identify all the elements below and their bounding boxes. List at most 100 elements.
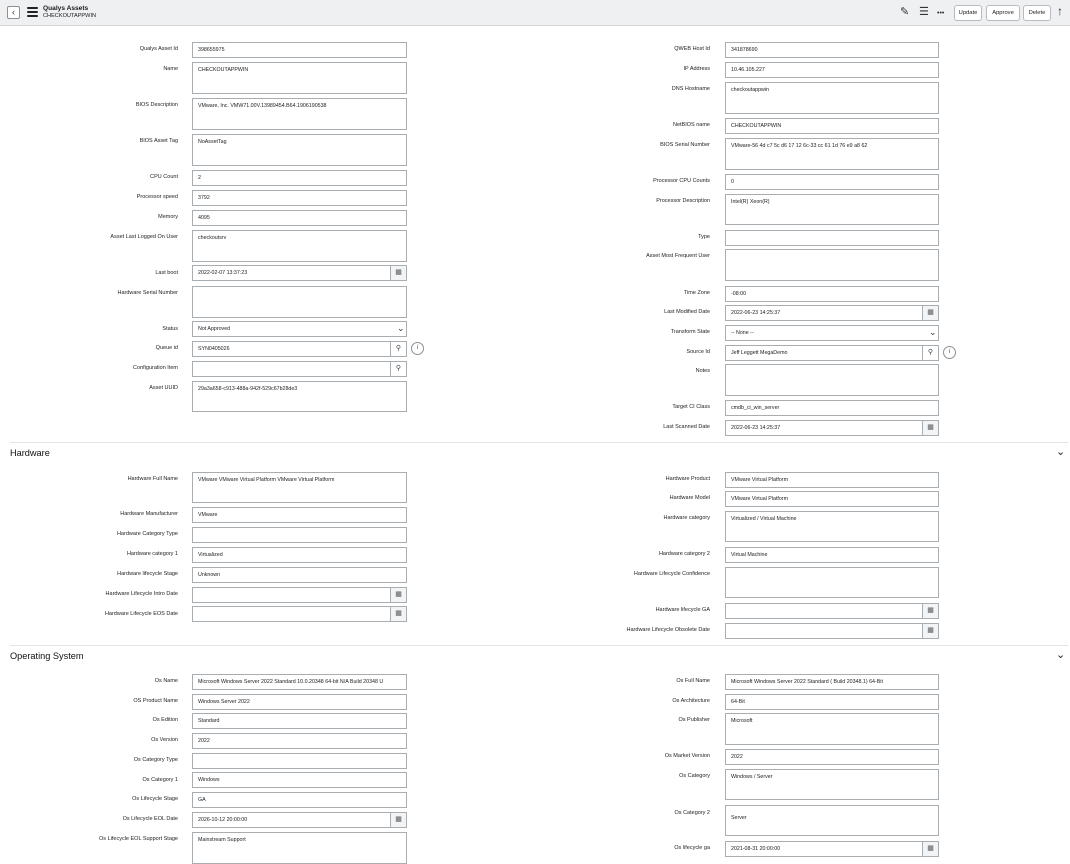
label-hardware-lifecycle-obsolete-date: Hardware Lifecycle Obsolete Date — [626, 627, 710, 633]
label-hardware-model: Hardware Model — [669, 495, 710, 501]
os-category-type-field[interactable] — [192, 753, 407, 769]
search-icon[interactable]: ⚲ — [923, 345, 939, 361]
qweb-host-id-field[interactable]: 341878690 — [725, 42, 939, 58]
processor-description-field[interactable]: Intel(R) Xeon(R) — [725, 194, 939, 225]
hardware-lifecycle-intro-date-field[interactable] — [192, 587, 391, 603]
hardware-category-type-field[interactable] — [192, 527, 407, 543]
target-ci-class-field[interactable]: cmdb_ci_win_server — [725, 400, 939, 416]
asset-most-frequent-user-field[interactable] — [725, 249, 939, 281]
calendar-icon[interactable]: ▦ — [391, 606, 407, 622]
label-last-modified-date: Last Modified Date — [664, 309, 710, 315]
os-version-field[interactable]: 2022 — [192, 733, 407, 749]
bios-asset-tag-field[interactable]: NoAssetTag — [192, 134, 407, 166]
hardware-lifecycle-confidence-field[interactable] — [725, 567, 939, 598]
calendar-icon[interactable]: ▦ — [923, 305, 939, 321]
search-icon[interactable]: ⚲ — [391, 341, 407, 357]
label-last-scanned-date: Last Scanned Date — [663, 424, 710, 430]
ip-address-field[interactable]: 10.46.105.227 — [725, 62, 939, 78]
calendar-icon[interactable]: ▦ — [923, 420, 939, 436]
collapse-hardware-icon[interactable]: ⌄ — [1056, 447, 1065, 458]
os-architecture-field[interactable]: 64-Bit — [725, 694, 939, 710]
attachment-icon[interactable]: ✎ — [900, 6, 909, 19]
memory-field[interactable]: 4095 — [192, 210, 407, 226]
hardware-lifecycle-obsolete-date-field[interactable] — [725, 623, 923, 639]
last-boot-field[interactable]: 2022-02-07 13:37:23 — [192, 265, 391, 281]
label-hardware-product: Hardware Product — [665, 476, 710, 482]
approve-button[interactable]: Approve — [986, 5, 1020, 21]
calendar-icon[interactable]: ▦ — [391, 587, 407, 603]
os-lifecycle-eol-date-field[interactable]: 2026-10-12 20:00:00 — [192, 812, 391, 828]
processor-speed-field[interactable]: 3792 — [192, 190, 407, 206]
hardware-product-field[interactable]: VMware Virtual Platform — [725, 472, 939, 488]
hardware-full-name-field[interactable]: VMware VMware Virtual Platform VMware Vi… — [192, 472, 407, 503]
scroll-top-icon[interactable]: ↑ — [1057, 5, 1063, 18]
hardware-lifecycle-stage-field[interactable]: Unknown — [192, 567, 407, 583]
calendar-icon[interactable]: ▦ — [923, 623, 939, 639]
status-select[interactable]: Not Approved — [192, 321, 407, 337]
source-id-field[interactable]: Jeff Leggett MegaDemo — [725, 345, 923, 361]
qualys-asset-id-field[interactable]: 398655975 — [192, 42, 407, 58]
time-zone-field[interactable]: -08:00 — [725, 286, 939, 302]
hamburger-menu-icon[interactable] — [27, 7, 38, 18]
label-os-category-1: Os Category 1 — [142, 777, 178, 783]
calendar-icon[interactable]: ▦ — [923, 603, 939, 619]
calendar-icon[interactable]: ▦ — [391, 812, 407, 828]
last-modified-date-field[interactable]: 2022-06-23 14:25:37 — [725, 305, 923, 321]
os-category-field[interactable]: Windows / Server — [725, 769, 939, 800]
os-lifecycle-stage-field[interactable]: GA — [192, 792, 407, 808]
personalize-form-icon[interactable]: ☰ — [919, 6, 929, 19]
processor-cpu-counts-field[interactable]: 0 — [725, 174, 939, 190]
notes-field[interactable] — [725, 364, 939, 396]
bios-serial-number-field[interactable]: VMware-56 4d c7 5c d6 17 12 6c-33 cc 61 … — [725, 138, 939, 170]
search-icon[interactable]: ⚲ — [391, 361, 407, 377]
hardware-serial-number-field[interactable] — [192, 286, 407, 318]
os-name-field[interactable]: Microsoft Windows Server 2022 Standard 1… — [192, 674, 407, 690]
type-field[interactable] — [725, 230, 939, 246]
hardware-manufacturer-field[interactable]: VMware — [192, 507, 407, 523]
os-product-name-field[interactable]: Windows Server 2022 — [192, 694, 407, 710]
info-icon[interactable]: i — [943, 346, 956, 359]
info-icon[interactable]: i — [411, 342, 424, 355]
update-button[interactable]: Update — [954, 5, 982, 21]
back-button[interactable]: ‹ — [7, 6, 20, 19]
last-scanned-date-field[interactable]: 2022-06-23 14:25:37 — [725, 420, 923, 436]
os-category-2-field[interactable]: Server — [725, 805, 939, 836]
label-configuration-item: Configuration Item — [133, 365, 178, 371]
chevron-down-icon: ⌄ — [397, 323, 405, 333]
more-options-icon[interactable]: ••• — [937, 7, 944, 20]
asset-last-logged-on-user-field[interactable]: checkoutsrv — [192, 230, 407, 262]
hardware-category-2-field[interactable]: Virtual Machine — [725, 547, 939, 563]
transform-state-select[interactable]: -- None -- — [725, 325, 939, 341]
os-publisher-field[interactable]: Microsoft — [725, 713, 939, 745]
configuration-item-field[interactable] — [192, 361, 391, 377]
delete-button[interactable]: Delete — [1023, 5, 1051, 21]
calendar-icon[interactable]: ▦ — [923, 841, 939, 857]
form-title: Qualys Assets — [43, 5, 89, 12]
section-divider — [10, 442, 1068, 443]
label-hardware-lifecycle-intro-date: Hardware Lifecycle Intro Date — [105, 591, 178, 597]
label-os-full-name: Os Full Name — [676, 678, 710, 684]
bios-description-field[interactable]: VMware, Inc. VMW71.00V.13989454.B64.1906… — [192, 98, 407, 130]
netbios-name-field[interactable]: CHECKOUTAPPWIN — [725, 118, 939, 134]
dns-hostname-field[interactable]: checkoutappwin — [725, 82, 939, 114]
hardware-lifecycle-eos-date-field[interactable] — [192, 606, 391, 622]
os-edition-field[interactable]: Standard — [192, 713, 407, 729]
os-lifecycle-eol-support-stage-field[interactable]: Mainstream Support — [192, 832, 407, 864]
hardware-category-field[interactable]: Virtualized / Virtual Machine — [725, 511, 939, 542]
hardware-model-field[interactable]: VMware Virtual Platform — [725, 491, 939, 507]
hardware-lifecycle-ga-field[interactable] — [725, 603, 923, 619]
os-market-version-field[interactable]: 2022 — [725, 749, 939, 765]
os-lifecycle-ga-field[interactable]: 2021-08-31 20:00:00 — [725, 841, 923, 857]
queue-id-field[interactable]: SYN0405026 — [192, 341, 391, 357]
os-full-name-field[interactable]: Microsoft Windows Server 2022 Standard (… — [725, 674, 939, 690]
name-field[interactable]: CHECKOUTAPPWIN — [192, 62, 407, 94]
calendar-icon[interactable]: ▦ — [391, 265, 407, 281]
asset-uuid-field[interactable]: 29a3a658-c913-488a-942f-529c67b28de3 — [192, 381, 407, 412]
hardware-category-1-field[interactable]: Virtualized — [192, 547, 407, 563]
label-hardware-lifecycle-confidence: Hardware Lifecycle Confidence — [633, 571, 710, 577]
os-category-1-field[interactable]: Windows — [192, 772, 407, 788]
label-hardware-category: Hardware category — [663, 515, 710, 521]
label-os-category: Os Category — [679, 773, 710, 779]
cpu-count-field[interactable]: 2 — [192, 170, 407, 186]
collapse-os-icon[interactable]: ⌄ — [1056, 650, 1065, 661]
